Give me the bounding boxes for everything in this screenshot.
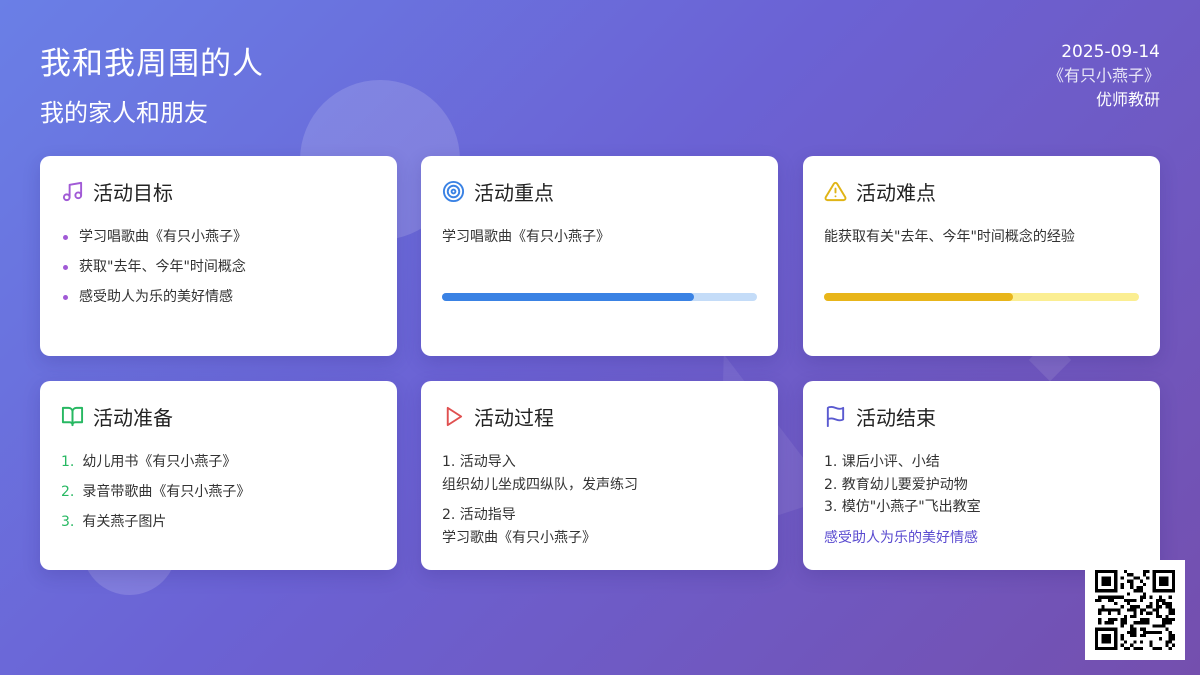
card-activity-goals: 活动目标 学习唱歌曲《有只小燕子》 获取"去年、今年"时间概念 感受助人为乐的美…	[40, 156, 397, 356]
progress-fill	[442, 293, 694, 301]
list-number: 3.	[61, 514, 75, 530]
header-meta: 2025-09-14 《有只小燕子》 优师教研	[1048, 40, 1160, 112]
list-item-text: 有关燕子图片	[82, 514, 167, 530]
qr-code-icon	[1095, 570, 1175, 650]
page-title: 我和我周围的人	[40, 46, 264, 82]
focus-progress-bar	[442, 293, 757, 301]
step-body: 组织幼儿坐成四纵队，发声练习	[442, 477, 638, 493]
card-title: 活动目标	[93, 180, 173, 205]
card-title: 活动结束	[856, 405, 936, 430]
process-steps: 1. 活动导入 组织幼儿坐成四纵队，发声练习 2. 活动指导 学习歌曲《有只小燕…	[442, 451, 757, 550]
card-title: 活动准备	[93, 405, 173, 430]
step-heading: 2. 活动指导	[442, 507, 516, 523]
card-header: 活动目标	[61, 178, 376, 205]
list-item-text: 学习唱歌曲《有只小燕子》	[79, 229, 247, 245]
card-header: 活动准备	[61, 403, 376, 430]
song-label: 《有只小燕子》	[1047, 66, 1160, 85]
page-subtitle: 我的家人和朋友	[40, 99, 208, 127]
list-item: 1. 幼儿用书《有只小燕子》	[61, 452, 376, 472]
target-icon	[442, 180, 465, 202]
difficulty-progress-bar	[824, 293, 1139, 301]
bullet-dot	[63, 234, 68, 240]
list-item: 3. 有关燕子图片	[61, 512, 376, 532]
list-item-text: 感受助人为乐的美好情感	[79, 289, 233, 305]
goals-list: 学习唱歌曲《有只小燕子》 获取"去年、今年"时间概念 感受助人为乐的美好情感	[61, 227, 376, 307]
process-step: 2. 活动指导 学习歌曲《有只小燕子》	[442, 504, 757, 550]
bullet-dot	[63, 264, 68, 270]
list-item-text: 幼儿用书《有只小燕子》	[82, 454, 237, 470]
music-note-icon	[62, 181, 83, 201]
card-header: 活动难点	[824, 178, 1139, 205]
card-header: 活动过程	[442, 403, 757, 430]
card-title: 活动过程	[474, 405, 554, 430]
list-item: 学习唱歌曲《有只小燕子》	[61, 227, 376, 247]
bullet-dot	[63, 294, 68, 300]
qr-code	[1085, 560, 1185, 660]
book-icon	[61, 406, 84, 426]
card-title: 活动重点	[474, 180, 554, 205]
card-header: 活动结束	[824, 403, 1139, 430]
list-item: 1. 课后小评、小结	[824, 454, 940, 470]
prep-list: 1. 幼儿用书《有只小燕子》 2. 录音带歌曲《有只小燕子》 3. 有关燕子图片	[61, 452, 376, 532]
list-item: 3. 模仿"小燕子"飞出教室	[824, 499, 981, 515]
list-item: 感受助人为乐的美好情感	[61, 287, 376, 307]
list-item: 2. 教育幼儿要爱护动物	[824, 476, 968, 493]
process-step: 1. 活动导入 组织幼儿坐成四纵队，发声练习	[442, 451, 757, 497]
step-heading: 1. 活动导入	[442, 454, 516, 470]
play-icon	[446, 406, 463, 426]
list-number: 2.	[61, 484, 75, 500]
difficulty-text: 能获取有关"去年、今年"时间概念的经验	[824, 229, 1075, 245]
card-activity-preparation: 活动准备 1. 幼儿用书《有只小燕子》 2. 录音带歌曲《有只小燕子》 3. 有关燕子…	[40, 381, 397, 570]
list-number: 1.	[61, 454, 75, 470]
ending-note: 感受助人为乐的美好情感	[824, 529, 978, 546]
ending-list: 1. 课后小评、小结 2. 教育幼儿要爱护动物 3. 模仿"小燕子"飞出教室	[824, 451, 1139, 519]
list-item-text: 获取"去年、今年"时间概念	[79, 259, 246, 275]
card-activity-difficulty: 活动难点 能获取有关"去年、今年"时间概念的经验	[803, 156, 1160, 356]
warning-icon	[824, 181, 847, 201]
date-label: 2025-09-14	[1061, 42, 1160, 62]
list-item: 获取"去年、今年"时间概念	[61, 257, 376, 277]
card-activity-process: 活动过程 1. 活动导入 组织幼儿坐成四纵队，发声练习 2. 活动指导 学习歌曲…	[421, 381, 778, 570]
header-left: 我和我周围的人 我的家人和朋友	[40, 38, 264, 128]
focus-text: 学习唱歌曲《有只小燕子》	[442, 229, 610, 245]
list-item: 2. 录音带歌曲《有只小燕子》	[61, 482, 376, 502]
list-item-text: 录音带歌曲《有只小燕子》	[82, 484, 251, 500]
step-body: 学习歌曲《有只小燕子》	[442, 530, 596, 546]
author-label: 优师教研	[1095, 90, 1160, 109]
card-activity-ending: 活动结束 1. 课后小评、小结 2. 教育幼儿要爱护动物 3. 模仿"小燕子"飞…	[803, 381, 1160, 570]
card-header: 活动重点	[442, 178, 757, 205]
card-title: 活动难点	[856, 180, 936, 205]
flag-icon	[826, 405, 845, 427]
card-activity-focus: 活动重点 学习唱歌曲《有只小燕子》	[421, 156, 778, 356]
progress-fill	[824, 293, 1013, 301]
